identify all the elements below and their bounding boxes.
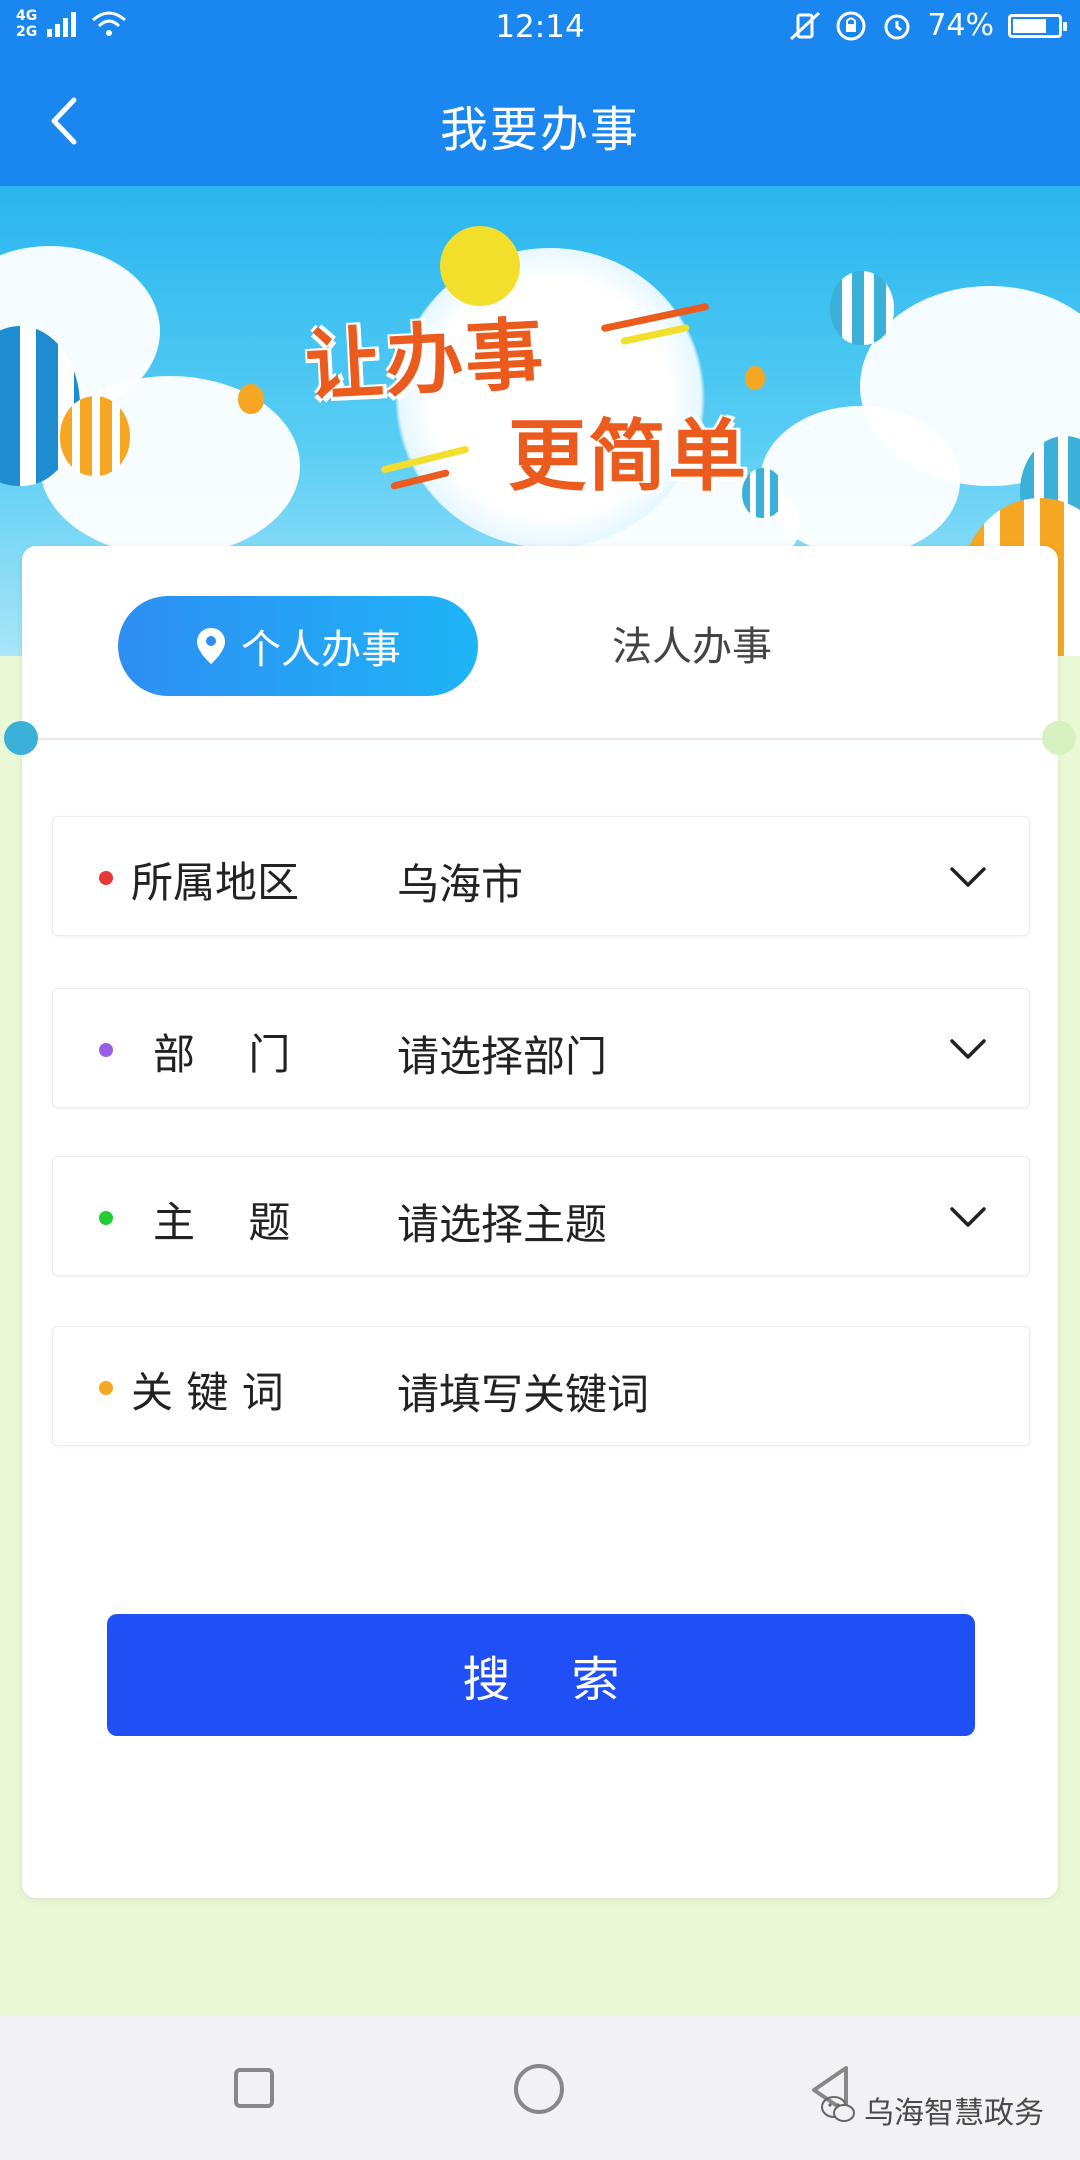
topic-label: 主 题 xyxy=(153,1198,291,1247)
department-select[interactable]: 部 门 请选择部门 xyxy=(52,988,1030,1108)
tab-personal[interactable]: 个人办事 xyxy=(118,596,478,696)
topic-value: 请选择主题 xyxy=(397,1200,608,1249)
tab-legal[interactable]: 法人办事 xyxy=(612,614,772,672)
home-icon[interactable] xyxy=(514,2064,564,2114)
keyword-input[interactable]: 关 键 词 请填写关键词 xyxy=(52,1326,1030,1446)
region-label: 所属地区 xyxy=(131,858,300,907)
watermark: 乌海智慧政务 xyxy=(820,2088,1044,2132)
status-right: 74% xyxy=(789,8,1067,43)
department-dot xyxy=(99,1043,113,1057)
hot-air-balloon xyxy=(238,384,264,414)
tab-divider xyxy=(22,738,1058,740)
vibrate-mute-icon xyxy=(790,11,821,40)
watermark-text: 乌海智慧政务 xyxy=(864,2096,1044,2131)
card-notch-left xyxy=(4,721,38,755)
recent-apps-icon[interactable] xyxy=(234,2068,274,2108)
page-title: 我要办事 xyxy=(439,102,640,158)
battery-icon xyxy=(1008,13,1067,38)
battery-fill xyxy=(1013,18,1046,33)
chevron-down-icon xyxy=(950,1207,986,1227)
chevron-down-icon xyxy=(950,1039,986,1059)
keyword-dot xyxy=(99,1381,113,1395)
card-notch-right xyxy=(1042,721,1076,755)
region-dot xyxy=(99,871,113,885)
hot-air-balloon xyxy=(830,271,894,345)
system-nav-bar: 乌海智慧政务 xyxy=(0,2016,1080,2160)
topic-select[interactable]: 主 题 请选择主题 xyxy=(52,1156,1030,1276)
rotation-lock-icon xyxy=(836,11,866,40)
search-button[interactable]: 搜 索 xyxy=(107,1614,975,1736)
hot-air-balloon xyxy=(742,468,784,518)
department-value: 请选择部门 xyxy=(397,1032,608,1081)
hot-air-balloon xyxy=(60,396,130,476)
hot-air-balloon xyxy=(745,366,765,390)
location-pin-icon xyxy=(197,628,225,664)
department-label: 部 门 xyxy=(153,1030,291,1079)
status-bar: 4G 2G 12:14 74% xyxy=(0,0,1080,56)
topic-dot xyxy=(99,1211,113,1225)
slogan-line2: 更简单 xyxy=(508,412,749,502)
app-header: 我要办事 xyxy=(0,56,1080,186)
keyword-label: 关 键 词 xyxy=(131,1368,284,1417)
battery-percent: 74% xyxy=(927,8,994,43)
region-select[interactable]: 所属地区 乌海市 xyxy=(52,816,1030,936)
wechat-icon xyxy=(821,2096,855,2122)
region-value: 乌海市 xyxy=(397,860,524,909)
service-card: 个人办事 法人办事 所属地区 乌海市 部 门 请选择部门 主 题 请选择主题 关… xyxy=(4,546,1076,1898)
keyword-placeholder: 请填写关键词 xyxy=(397,1370,650,1419)
chevron-down-icon xyxy=(950,867,986,887)
alarm-icon xyxy=(884,14,910,39)
tab-personal-label: 个人办事 xyxy=(241,627,401,673)
